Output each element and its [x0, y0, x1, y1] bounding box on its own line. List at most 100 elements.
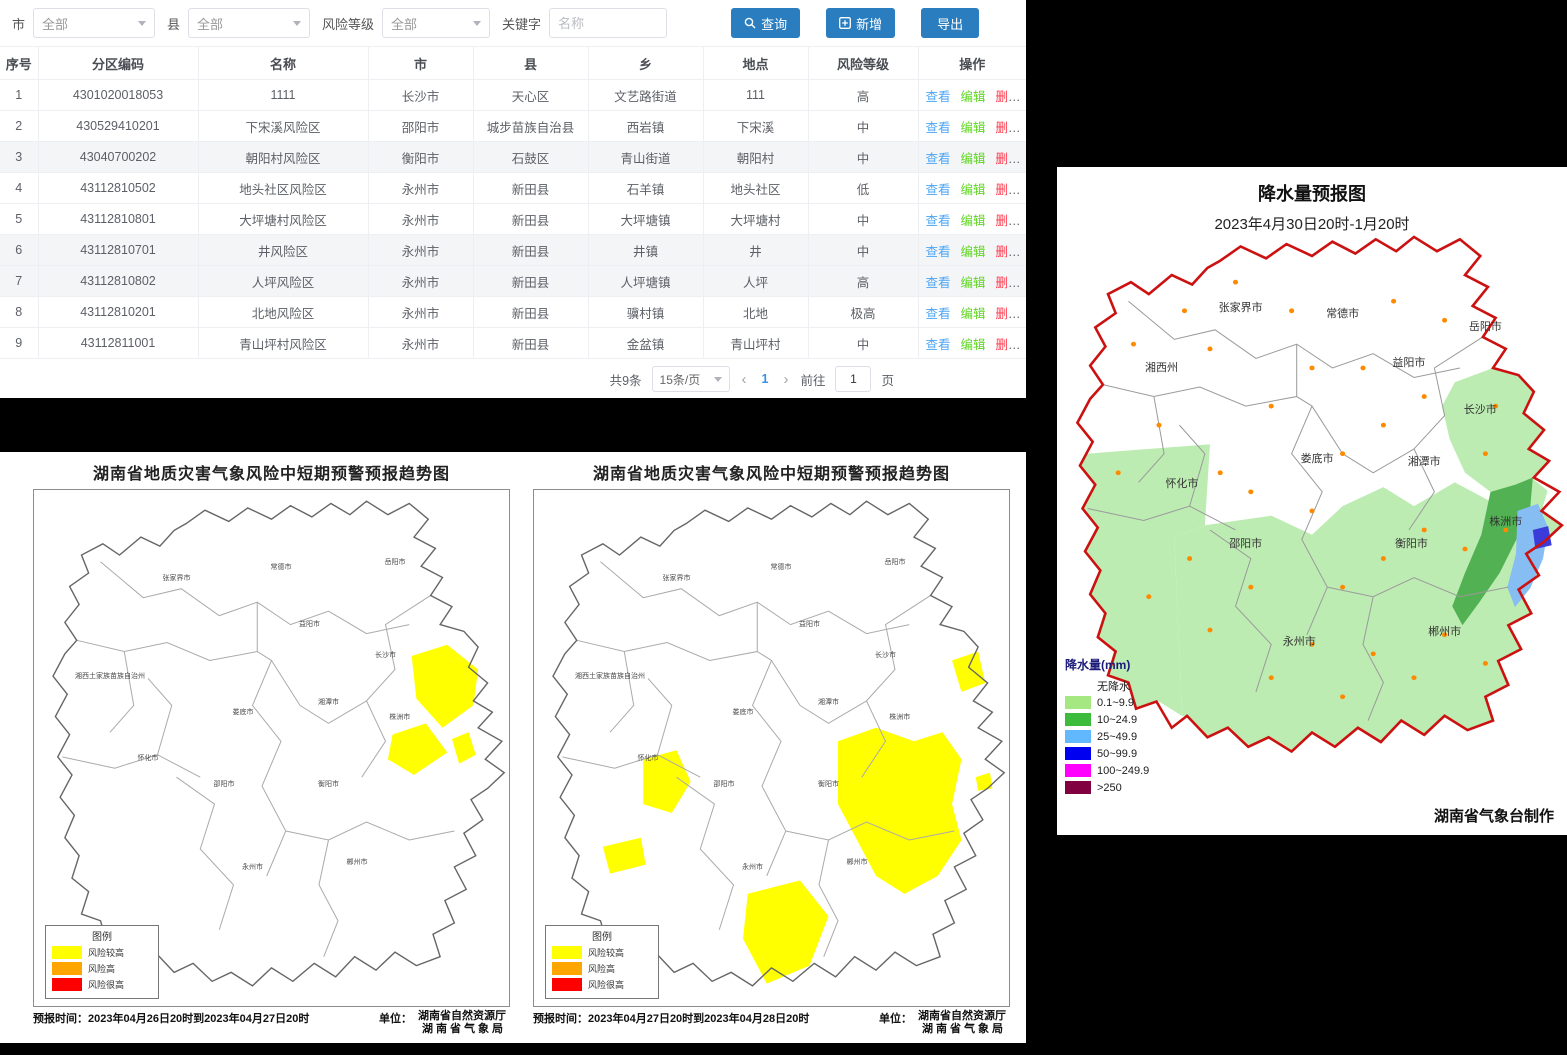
col-county: 县: [473, 47, 588, 80]
cell-place: 井: [703, 235, 808, 266]
delete-link[interactable]: 删除: [996, 338, 1021, 352]
search-button[interactable]: 查询: [731, 8, 800, 38]
cell-town: 大坪塘镇: [588, 204, 703, 235]
cell-name: 井风险区: [198, 235, 368, 266]
cell-risk: 中: [808, 328, 918, 359]
delete-link[interactable]: 删除: [996, 276, 1021, 290]
goto-page-input[interactable]: [835, 366, 871, 392]
prev-page-button[interactable]: ‹: [740, 371, 749, 388]
view-link[interactable]: 查看: [926, 307, 951, 321]
cell-place: 大坪塘村: [703, 204, 808, 235]
cell-code: 43112810201: [38, 297, 198, 328]
cell-seq: 3: [0, 142, 38, 173]
edit-link[interactable]: 编辑: [961, 245, 986, 259]
map-credit: 湖南省气象台制作: [1434, 805, 1554, 826]
cell-risk: 中: [808, 111, 918, 142]
cell-code: 43040700202: [38, 142, 198, 173]
cell-town: 文艺路街道: [588, 80, 703, 111]
cell-county: 新田县: [473, 204, 588, 235]
page-size-select[interactable]: 15条/页: [652, 366, 730, 392]
edit-link[interactable]: 编辑: [961, 338, 986, 352]
cell-place: 人坪: [703, 266, 808, 297]
delete-link[interactable]: 删除: [996, 152, 1021, 166]
table-row: 643112810701井风险区永州市新田县井镇井中查看编辑删除: [0, 235, 1026, 266]
table-row: 543112810801大坪塘村风险区永州市新田县大坪塘镇大坪塘村中查看编辑删除: [0, 204, 1026, 235]
city-filter-label: 市: [12, 14, 25, 33]
legend-swatch: [52, 946, 82, 959]
cell-code: 43112810502: [38, 173, 198, 204]
cell-risk: 中: [808, 235, 918, 266]
cell-actions: 查看编辑删除: [918, 80, 1026, 111]
cell-risk: 高: [808, 80, 918, 111]
table-row: 743112810802人坪风险区永州市新田县人坪塘镇人坪高查看编辑删除: [0, 266, 1026, 297]
legend-swatch: [1065, 730, 1091, 743]
view-link[interactable]: 查看: [926, 276, 951, 290]
trend-map-1-footer: 预报时间：2023年04月26日20时到2023年04月27日20时 单位： 湖…: [33, 1010, 510, 1036]
cell-seq: 4: [0, 173, 38, 204]
city-select[interactable]: 全部: [33, 8, 155, 38]
forecast-time: 预报时间：2023年04月27日20时到2023年04月28日20时: [533, 1010, 809, 1026]
cell-county: 城步苗族自治县: [473, 111, 588, 142]
cell-actions: 查看编辑删除: [918, 142, 1026, 173]
cell-code: 43112810801: [38, 204, 198, 235]
cell-city: 长沙市: [368, 80, 473, 111]
edit-link[interactable]: 编辑: [961, 214, 986, 228]
view-link[interactable]: 查看: [926, 183, 951, 197]
view-link[interactable]: 查看: [926, 90, 951, 104]
delete-link[interactable]: 删除: [996, 307, 1021, 321]
table-row: 343040700202朝阳村风险区衡阳市石鼓区青山街道朝阳村中查看编辑删除: [0, 142, 1026, 173]
edit-link[interactable]: 编辑: [961, 307, 986, 321]
next-page-button[interactable]: ›: [781, 371, 790, 388]
rain-legend: 降水量(mm) 无降水 0.1~9.9 10~24.9 25~49.9 50~9…: [1065, 656, 1149, 796]
view-link[interactable]: 查看: [926, 121, 951, 135]
col-code: 分区编码: [38, 47, 198, 80]
view-link[interactable]: 查看: [926, 214, 951, 228]
legend-swatch: [1065, 696, 1091, 709]
cell-place: 青山坪村: [703, 328, 808, 359]
current-page[interactable]: 1: [759, 372, 772, 386]
cell-town: 石羊镇: [588, 173, 703, 204]
keyword-input[interactable]: [549, 8, 667, 38]
legend-swatch: [552, 962, 582, 975]
edit-link[interactable]: 编辑: [961, 276, 986, 290]
edit-link[interactable]: 编辑: [961, 121, 986, 135]
delete-link[interactable]: 删除: [996, 214, 1021, 228]
edit-link[interactable]: 编辑: [961, 152, 986, 166]
cell-actions: 查看编辑删除: [918, 297, 1026, 328]
total-count: 共9条: [610, 370, 642, 389]
cell-risk: 高: [808, 266, 918, 297]
rain-map-title: 降水量预报图: [1057, 180, 1567, 206]
edit-link[interactable]: 编辑: [961, 90, 986, 104]
export-button[interactable]: 导出: [921, 8, 979, 38]
cell-city: 衡阳市: [368, 142, 473, 173]
cell-name: 北地风险区: [198, 297, 368, 328]
table-row: 2430529410201下宋溪风险区邵阳市城步苗族自治县西岩镇下宋溪中查看编辑…: [0, 111, 1026, 142]
add-button[interactable]: 新增: [826, 8, 895, 38]
cell-name: 下宋溪风险区: [198, 111, 368, 142]
cell-city: 永州市: [368, 297, 473, 328]
delete-link[interactable]: 删除: [996, 90, 1021, 104]
view-link[interactable]: 查看: [926, 152, 951, 166]
cell-code: 43112810701: [38, 235, 198, 266]
county-select[interactable]: 全部: [188, 8, 310, 38]
cell-city: 永州市: [368, 204, 473, 235]
trend-map-2-legend: 图例 风险较高 风险高 风险很高: [545, 925, 659, 999]
col-place: 地点: [703, 47, 808, 80]
search-icon: [744, 17, 756, 29]
delete-link[interactable]: 删除: [996, 121, 1021, 135]
delete-link[interactable]: 删除: [996, 245, 1021, 259]
cell-place: 地头社区: [703, 173, 808, 204]
trend-map-2-box: 张家界市常德市岳阳市湘西土家族苗族自治州益阳市长沙市娄底市湘潭市株洲市怀化市邵阳…: [533, 489, 1010, 1007]
edit-link[interactable]: 编辑: [961, 183, 986, 197]
cell-name: 大坪塘村风险区: [198, 204, 368, 235]
cell-risk: 极高: [808, 297, 918, 328]
county-filter-label: 县: [167, 14, 180, 33]
table-row: 943112811001青山坪村风险区永州市新田县金盆镇青山坪村中查看编辑删除: [0, 328, 1026, 359]
risk-zone-table: 序号 分区编码 名称 市 县 乡 地点 风险等级 操作 143010200180…: [0, 46, 1026, 359]
risk-select[interactable]: 全部: [382, 8, 490, 38]
trend-map-1-title: 湖南省地质灾害气象风险中短期预警预报趋势图: [33, 460, 510, 484]
table-row: 843112810201北地风险区永州市新田县骥村镇北地极高查看编辑删除: [0, 297, 1026, 328]
delete-link[interactable]: 删除: [996, 183, 1021, 197]
view-link[interactable]: 查看: [926, 338, 951, 352]
view-link[interactable]: 查看: [926, 245, 951, 259]
